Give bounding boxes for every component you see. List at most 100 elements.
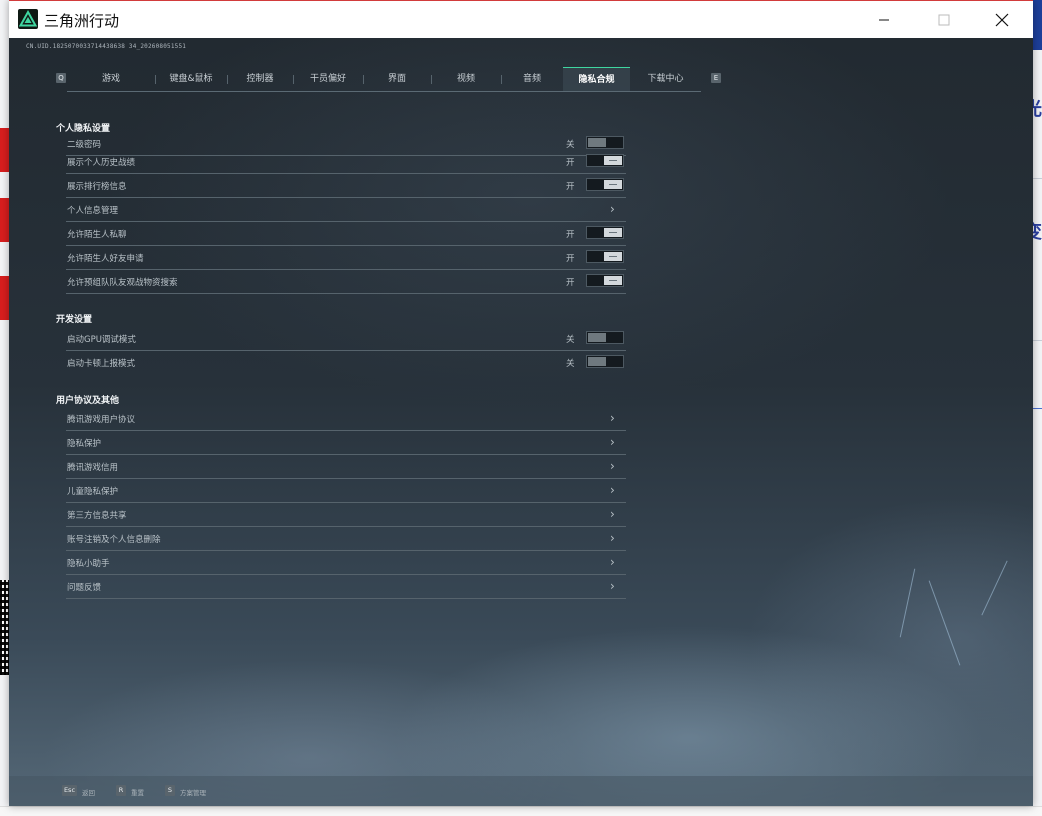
- close-button[interactable]: [979, 1, 1025, 39]
- toggle-switch[interactable]: [586, 355, 624, 368]
- chevron-right-icon: ›: [610, 531, 615, 545]
- toggle-knob: [588, 333, 606, 342]
- setting-label: 展示个人历史战绩: [67, 158, 136, 168]
- toggle-switch[interactable]: [586, 331, 624, 344]
- setting-label: 启动GPU调试模式: [67, 335, 136, 345]
- setting-label: 第三方信息共享: [67, 511, 127, 521]
- toggle-switch[interactable]: [586, 136, 624, 149]
- toggle-knob: [588, 138, 606, 147]
- chevron-right-icon: ›: [610, 459, 615, 473]
- setting-label: 允许陌生人私聊: [67, 230, 127, 240]
- link-row-user-agreement[interactable]: 腾讯游戏用户协议 ›: [66, 408, 626, 431]
- esc-key[interactable]: Esc: [62, 785, 77, 796]
- tab-controller[interactable]: 控制器: [227, 67, 293, 91]
- tab-download-center[interactable]: 下载中心: [630, 67, 701, 91]
- chevron-right-icon: ›: [610, 507, 615, 521]
- background-qr-code: [0, 580, 9, 675]
- lightning-streak: [981, 560, 1008, 616]
- link-row-account-deletion[interactable]: 账号注销及个人信息删除 ›: [66, 528, 626, 551]
- chevron-right-icon: ›: [610, 411, 615, 425]
- tab-interface[interactable]: 界面: [363, 67, 431, 91]
- section-title-agreements: 用户协议及其他: [56, 396, 120, 406]
- scheme-key[interactable]: S: [165, 785, 175, 796]
- toggle-knob: [604, 180, 622, 189]
- minimize-button[interactable]: [861, 1, 907, 39]
- toggle-knob: [604, 156, 622, 165]
- tab-keyboard-mouse[interactable]: 键盘&鼠标: [155, 67, 227, 91]
- background-divider: [1032, 340, 1042, 341]
- reset-label[interactable]: 重置: [131, 787, 144, 797]
- setting-label: 个人信息管理: [67, 206, 119, 216]
- link-row-privacy-assistant[interactable]: 隐私小助手 ›: [66, 552, 626, 575]
- uid-watermark: CN.UID.1825070033714438638 34_2026080515…: [26, 43, 187, 50]
- toggle-switch[interactable]: [586, 178, 624, 191]
- chevron-right-icon: ›: [610, 483, 615, 497]
- tab-privacy-compliance[interactable]: 隐私合规: [563, 67, 630, 91]
- lightning-streak: [928, 580, 961, 666]
- title-bar: 三角洲行动: [9, 0, 1033, 38]
- maximize-icon: [938, 14, 950, 26]
- tab-audio[interactable]: 音频: [501, 67, 563, 91]
- setting-label: 腾讯游戏用户协议: [67, 415, 136, 425]
- toggle-state-text: 开: [566, 182, 575, 192]
- setting-row-stranger-chat[interactable]: 允许陌生人私聊 开: [66, 223, 626, 246]
- setting-row-stutter-report[interactable]: 启动卡顿上报模式 关: [66, 352, 626, 375]
- toggle-switch[interactable]: [586, 154, 624, 167]
- tab-video[interactable]: 视频: [431, 67, 501, 91]
- link-row-third-party-sharing[interactable]: 第三方信息共享 ›: [66, 504, 626, 527]
- toggle-knob: [604, 252, 622, 261]
- back-label[interactable]: 返回: [82, 787, 95, 797]
- toggle-state-text: 开: [566, 278, 575, 288]
- setting-row-stranger-friend-request[interactable]: 允许陌生人好友申请 开: [66, 247, 626, 270]
- lightning-streak: [899, 568, 916, 638]
- setting-label: 二级密码: [67, 140, 102, 150]
- settings-tab-bar: 游戏 键盘&鼠标 控制器 干员偏好 界面 视频 音频 隐私合规 下载中心: [67, 67, 701, 92]
- toggle-switch[interactable]: [586, 250, 624, 263]
- toggle-knob: [604, 228, 622, 237]
- toggle-state-text: 关: [566, 335, 575, 345]
- footer-hotkey-bar: Esc 返回 R 重置 S 方案管理: [9, 776, 1033, 806]
- setting-label: 展示排行榜信息: [67, 182, 127, 192]
- tab-game[interactable]: 游戏: [67, 67, 155, 91]
- close-icon: [995, 13, 1009, 27]
- link-row-child-privacy[interactable]: 儿童隐私保护 ›: [66, 480, 626, 503]
- chevron-right-icon: ›: [610, 435, 615, 449]
- setting-label: 启动卡顿上报模式: [67, 359, 136, 369]
- setting-label: 隐私小助手: [67, 559, 110, 569]
- setting-row-teammate-spectate[interactable]: 允许预组队队友观战物资搜索 开: [66, 271, 626, 294]
- setting-label: 允许陌生人好友申请: [67, 254, 144, 264]
- toggle-switch[interactable]: [586, 274, 624, 287]
- window-title: 三角洲行动: [44, 12, 120, 30]
- setting-label: 问题反馈: [67, 583, 102, 593]
- setting-label: 腾讯游戏信用: [67, 463, 119, 473]
- link-row-privacy-protection[interactable]: 隐私保护 ›: [66, 432, 626, 455]
- background-red-tag: [0, 198, 9, 242]
- tab-operator-preference[interactable]: 干员偏好: [293, 67, 363, 91]
- background-red-tag: [0, 128, 9, 172]
- setting-row-gpu-debug[interactable]: 启动GPU调试模式 关: [66, 328, 626, 351]
- setting-label: 隐私保护: [67, 439, 102, 449]
- link-row-feedback[interactable]: 问题反馈 ›: [66, 576, 626, 599]
- toggle-switch[interactable]: [586, 226, 624, 239]
- next-tab-key[interactable]: E: [711, 73, 721, 83]
- toggle-state-text: 关: [566, 140, 575, 150]
- setting-row-show-leaderboard[interactable]: 展示排行榜信息 开: [66, 175, 626, 198]
- toggle-state-text: 开: [566, 230, 575, 240]
- chevron-right-icon: ›: [610, 579, 615, 593]
- chevron-right-icon: ›: [610, 202, 615, 216]
- scheme-manage-label[interactable]: 方案管理: [180, 787, 206, 797]
- game-client-area: CN.UID.1825070033714438638 34_2026080515…: [9, 38, 1033, 806]
- setting-label: 允许预组队队友观战物资搜索: [67, 278, 178, 288]
- toggle-state-text: 关: [566, 359, 575, 369]
- background-red-tag: [0, 276, 9, 320]
- reset-key[interactable]: R: [116, 785, 126, 796]
- link-row-game-credit[interactable]: 腾讯游戏信用 ›: [66, 456, 626, 479]
- setting-row-show-history[interactable]: 展示个人历史战绩 开: [66, 151, 626, 174]
- setting-row-personal-info[interactable]: 个人信息管理 ›: [66, 199, 626, 222]
- background-divider: [1032, 408, 1042, 409]
- maximize-button[interactable]: [921, 1, 967, 39]
- chevron-right-icon: ›: [610, 555, 615, 569]
- prev-tab-key[interactable]: Q: [56, 73, 66, 83]
- section-title-dev: 开发设置: [56, 315, 93, 325]
- toggle-state-text: 开: [566, 158, 575, 168]
